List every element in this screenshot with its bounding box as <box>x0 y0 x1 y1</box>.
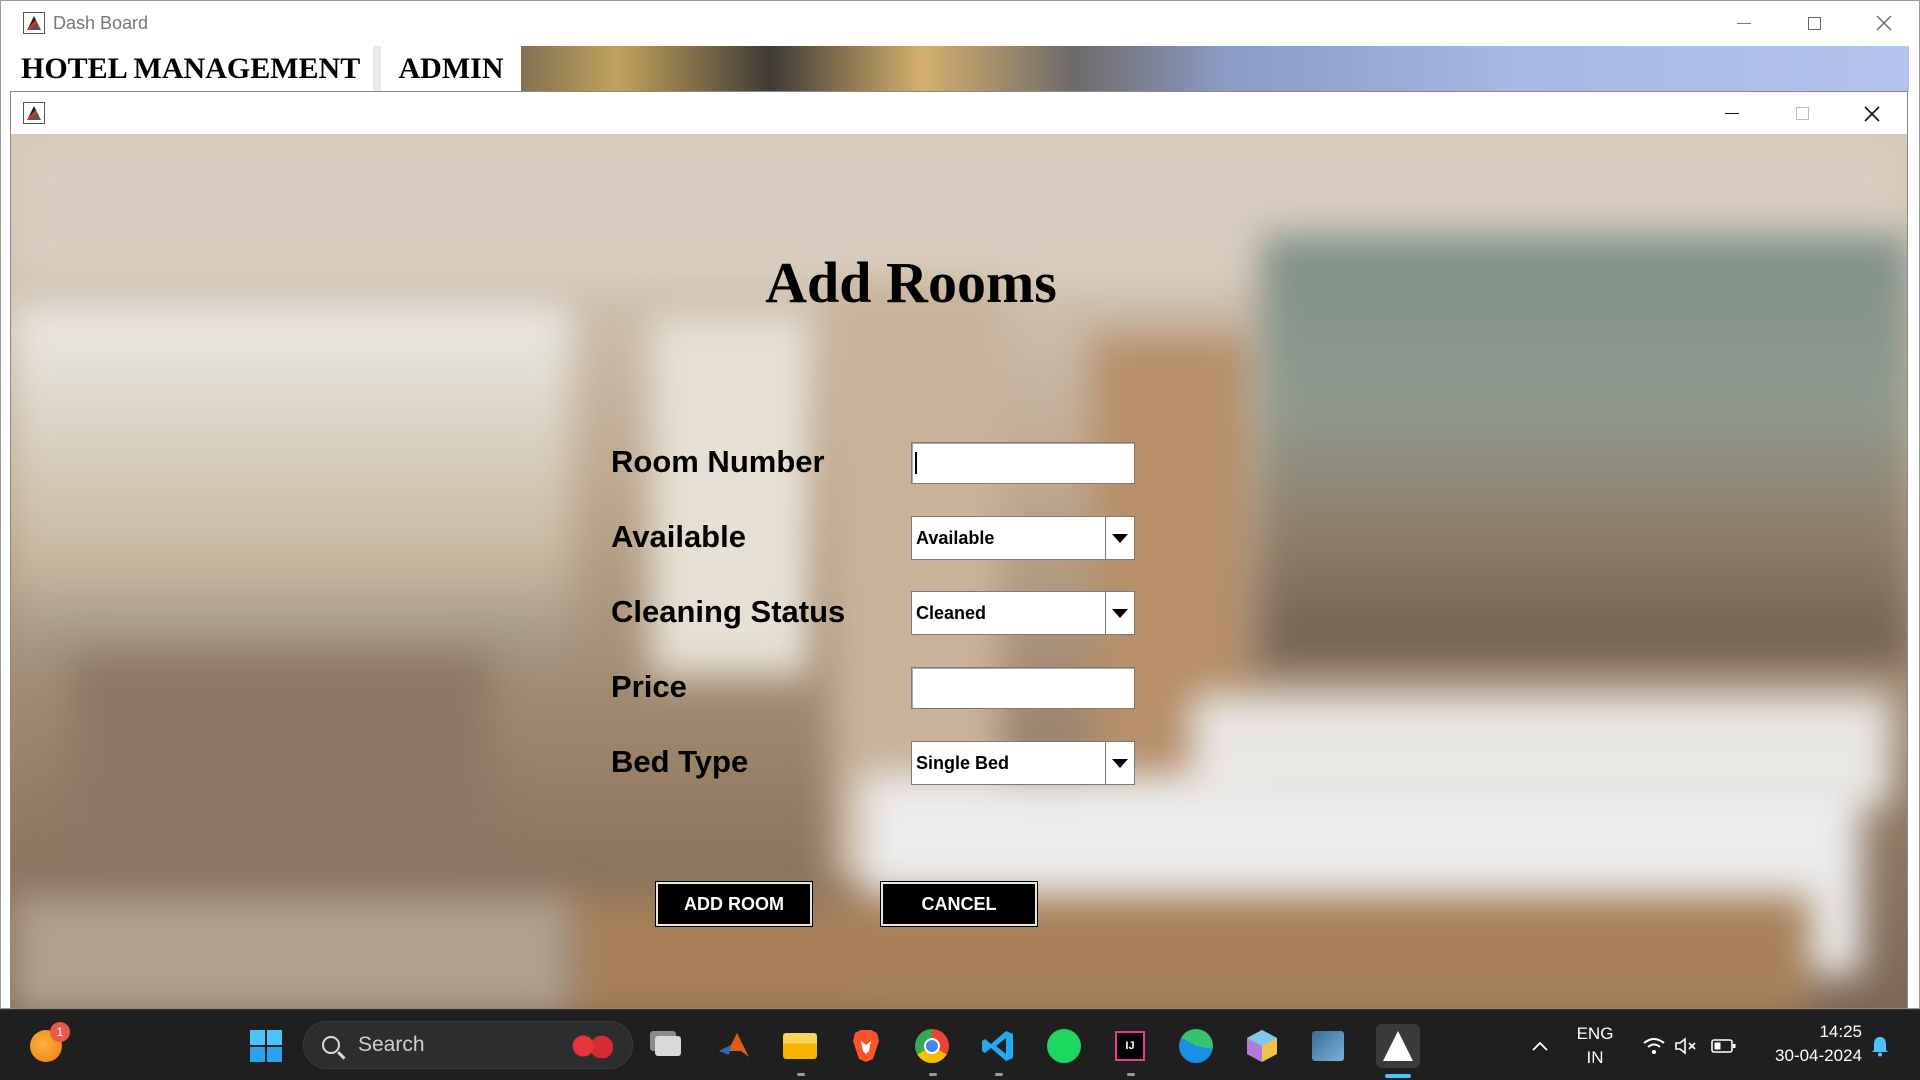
inner-window-controls <box>1697 92 1907 135</box>
menu-admin[interactable]: ADMIN <box>373 46 521 91</box>
taskbar: 1 Search IJ ENG IN 14:25 30-04-2024 <box>0 1009 1920 1080</box>
inner-close-button[interactable] <box>1837 92 1907 135</box>
available-value: Available <box>916 527 995 548</box>
add-rooms-frame: Add Rooms Room Number Available Availabl… <box>10 91 1908 1009</box>
edge-icon[interactable] <box>1178 1028 1214 1064</box>
wifi-icon[interactable] <box>1636 1028 1672 1064</box>
file-explorer-icon[interactable] <box>782 1028 818 1064</box>
search-placeholder: Search <box>358 1033 425 1056</box>
sofa-shape <box>71 655 491 865</box>
price-label: Price <box>611 669 687 704</box>
matlab-icon[interactable] <box>716 1028 752 1064</box>
room-number-input[interactable] <box>911 442 1135 484</box>
price-input[interactable] <box>911 667 1135 709</box>
running-indicator <box>797 1073 805 1076</box>
spotify-icon[interactable] <box>1046 1028 1082 1064</box>
outer-window-controls <box>1709 1 1919 45</box>
close-icon <box>1864 105 1880 122</box>
search-icon <box>322 1036 340 1054</box>
taskbar-search[interactable]: Search <box>303 1021 633 1069</box>
chevron-down-icon[interactable] <box>1105 742 1134 784</box>
mysql-workbench-icon[interactable] <box>1310 1028 1346 1064</box>
cleaning-status-select[interactable]: Cleaned <box>911 591 1135 635</box>
active-indicator <box>1385 1074 1411 1078</box>
chrome-icon[interactable] <box>914 1028 950 1064</box>
close-icon <box>1876 15 1892 31</box>
clock[interactable]: 14:25 30-04-2024 <box>1756 1020 1862 1068</box>
running-indicator <box>1127 1073 1135 1076</box>
java-app-icon[interactable] <box>1376 1024 1420 1068</box>
brave-icon[interactable] <box>848 1028 884 1064</box>
room-number-label: Room Number <box>611 444 825 479</box>
outer-titlebar[interactable]: Dash Board <box>1 1 1919 45</box>
background-image: Add Rooms Room Number Available Availabl… <box>11 135 1907 1008</box>
menu-hotel-management[interactable]: HOTEL MANAGEMENT <box>11 46 373 91</box>
java-app-icon <box>23 102 45 124</box>
chevron-up-icon[interactable] <box>1522 1028 1558 1064</box>
date-text: 30-04-2024 <box>1775 1046 1862 1065</box>
cleaning-status-label: Cleaning Status <box>611 594 846 629</box>
running-indicator <box>995 1073 1003 1076</box>
bell-icon[interactable] <box>1862 1028 1898 1064</box>
notification-badge: 1 <box>50 1022 70 1042</box>
page-title: Add Rooms <box>765 250 1057 315</box>
bed-type-value: Single Bed <box>916 752 1010 773</box>
speaker-muted-icon[interactable] <box>1668 1028 1704 1064</box>
language-text: ENG <box>1576 1024 1614 1043</box>
chevron-down-icon[interactable] <box>1105 517 1134 559</box>
minimize-button[interactable] <box>1709 1 1779 45</box>
text-caret <box>915 452 917 474</box>
region-text: IN <box>1586 1048 1604 1067</box>
battery-icon[interactable] <box>1706 1028 1742 1064</box>
maximize-button[interactable] <box>1779 1 1849 45</box>
maximize-icon <box>1807 16 1821 30</box>
minimize-icon <box>1737 22 1751 24</box>
inner-minimize-button[interactable] <box>1697 92 1767 135</box>
left-window-shape <box>11 305 571 665</box>
task-view-icon[interactable] <box>650 1028 686 1064</box>
floor-shape <box>11 895 571 1008</box>
available-label: Available <box>611 519 746 554</box>
java-app-icon <box>23 12 45 34</box>
running-indicator <box>929 1073 937 1076</box>
vscode-icon[interactable] <box>980 1028 1016 1064</box>
cancel-button[interactable]: CANCEL <box>880 881 1038 927</box>
inner-titlebar[interactable] <box>11 92 1907 135</box>
menu-bar: HOTEL MANAGEMENT ADMIN <box>11 46 1909 91</box>
intellij-icon[interactable]: IJ <box>1112 1028 1148 1064</box>
strawberry-icon <box>570 1034 614 1058</box>
available-select[interactable]: Available <box>911 516 1135 560</box>
bed-type-select[interactable]: Single Bed <box>911 741 1135 785</box>
minimize-icon <box>1725 112 1739 115</box>
close-button[interactable] <box>1849 1 1919 45</box>
add-room-button[interactable]: ADD ROOM <box>655 881 813 927</box>
window-title: Dash Board <box>53 12 149 33</box>
maximize-icon <box>1795 107 1809 120</box>
cleaning-status-value: Cleaned <box>916 602 987 623</box>
language-indicator[interactable]: ENG IN <box>1576 1022 1614 1070</box>
bed-type-label: Bed Type <box>611 744 749 779</box>
start-icon[interactable] <box>248 1028 284 1064</box>
app-cube-icon[interactable] <box>1244 1028 1280 1064</box>
time-text: 14:25 <box>1819 1022 1862 1041</box>
chevron-down-icon[interactable] <box>1105 592 1134 634</box>
inner-maximize-button <box>1767 92 1837 135</box>
